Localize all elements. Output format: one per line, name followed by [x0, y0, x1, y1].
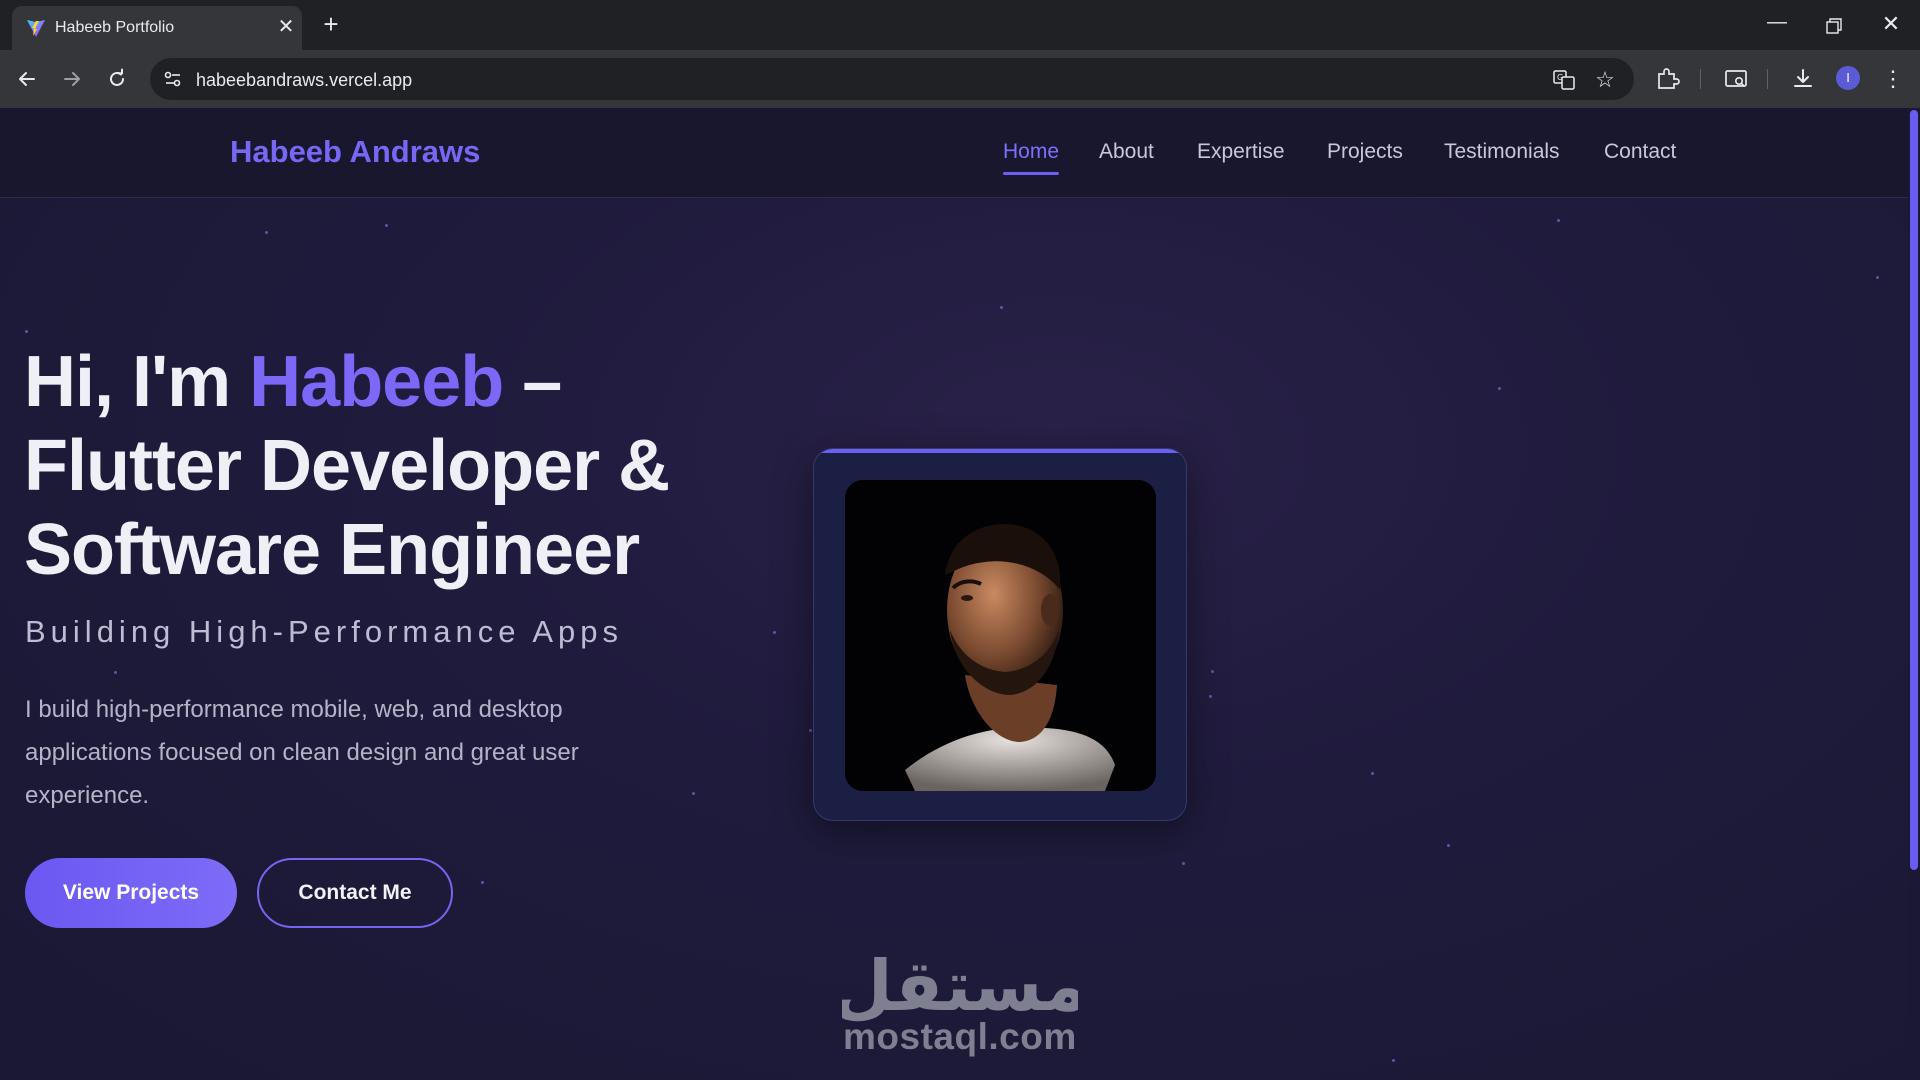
nav-link-expertise[interactable]: Expertise [1197, 140, 1285, 164]
site-navbar: Habeeb Andraws Home About Expertise Proj… [0, 108, 1908, 198]
star-dot [385, 224, 388, 227]
hero-title-name: Habeeb [249, 342, 504, 422]
browser-tabstrip: Habeeb Portfolio ✕ + — ✕ [0, 0, 1920, 50]
reload-icon[interactable] [102, 64, 132, 94]
cast-search-icon[interactable] [1723, 66, 1749, 92]
brand-logo[interactable]: Habeeb Andraws [230, 134, 480, 170]
url-text[interactable]: habeebandraws.vercel.app [196, 70, 412, 91]
arrow-right-icon[interactable] [57, 64, 87, 94]
contact-me-button[interactable]: Contact Me [257, 858, 453, 928]
star-dot [809, 729, 812, 732]
toolbar-divider [1767, 69, 1768, 89]
profile-photo-card [813, 448, 1187, 821]
star-dot [1182, 862, 1185, 865]
star-dot [1876, 276, 1879, 279]
arrow-left-icon[interactable] [12, 64, 42, 94]
window-close-icon[interactable]: ✕ [1876, 10, 1906, 40]
scrollbar-thumb[interactable] [1910, 110, 1918, 870]
star-dot [114, 671, 117, 674]
tune-icon[interactable] [162, 68, 184, 90]
tab-title: Habeeb Portfolio [55, 19, 175, 36]
hero-title: Hi, I'm Habeeb – Flutter Developer & Sof… [24, 340, 784, 592]
star-dot [1209, 695, 1212, 698]
star-dot [481, 881, 484, 884]
kebab-menu-icon[interactable]: ⋮ [1880, 66, 1906, 92]
star-dot [1371, 772, 1374, 775]
address-bar[interactable]: habeebandraws.vercel.app G ☆ [150, 58, 1634, 100]
browser-tab[interactable]: Habeeb Portfolio ✕ [12, 6, 302, 50]
vite-logo-icon [27, 20, 45, 37]
mostaql-watermark-text: mostaql.com [843, 1016, 1077, 1057]
card-accent-bar [814, 449, 1186, 453]
star-dot [692, 792, 695, 795]
hero-subtitle: Building High-Performance Apps [25, 614, 624, 649]
star-dot [25, 330, 28, 333]
star-dot [1000, 306, 1003, 309]
page-scrollbar[interactable] [1908, 108, 1920, 1080]
minimize-icon[interactable]: — [1762, 10, 1792, 40]
new-tab-icon[interactable]: + [318, 11, 344, 38]
star-dot [1557, 219, 1560, 222]
nav-link-about[interactable]: About [1099, 140, 1154, 164]
translate-icon[interactable]: G [1552, 68, 1576, 92]
profile-photo [845, 480, 1156, 791]
restore-icon[interactable] [1818, 10, 1848, 40]
nav-link-contact[interactable]: Contact [1604, 140, 1676, 164]
star-dot [265, 231, 268, 234]
close-tab-icon[interactable]: ✕ [274, 15, 298, 39]
toolbar-divider [1700, 69, 1701, 89]
active-nav-indicator [1003, 172, 1059, 175]
svg-text:G: G [1557, 73, 1563, 82]
hero-description: I build high-performance mobile, web, an… [25, 696, 579, 809]
nav-link-home[interactable]: Home [1003, 140, 1059, 164]
nav-link-projects[interactable]: Projects [1327, 140, 1403, 164]
browser-toolbar: habeebandraws.vercel.app G ☆ ⋮ [0, 50, 1920, 108]
star-dot [1498, 387, 1501, 390]
puzzle-icon[interactable] [1654, 66, 1680, 92]
star-icon[interactable]: ☆ [1593, 68, 1617, 92]
star-dot [1447, 844, 1450, 847]
star-dot [1211, 670, 1214, 673]
download-icon[interactable] [1790, 66, 1816, 92]
profile-avatar[interactable]: I [1836, 66, 1860, 90]
nav-link-testimonials[interactable]: Testimonials [1444, 140, 1560, 164]
star-dot [773, 631, 776, 634]
star-dot [1392, 1059, 1395, 1062]
hero-title-prefix: Hi, I'm [24, 342, 250, 422]
view-projects-button[interactable]: View Projects [25, 858, 237, 928]
portfolio-page: Habeeb Andraws Home About Expertise Proj… [0, 108, 1920, 1080]
